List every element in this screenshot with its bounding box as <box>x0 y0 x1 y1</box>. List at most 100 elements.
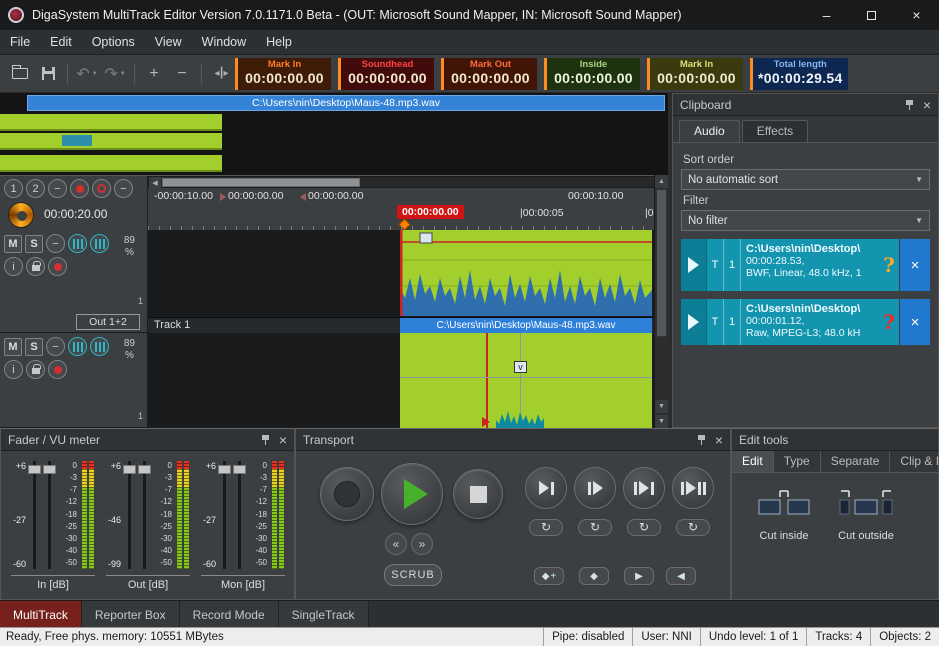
pin-icon[interactable] <box>697 434 706 445</box>
record-indicator-button[interactable] <box>70 179 89 198</box>
tab-effects[interactable]: Effects <box>742 120 808 142</box>
fader-slider[interactable] <box>43 461 56 569</box>
menu-help[interactable]: Help <box>256 31 302 53</box>
overview-file-bar[interactable]: C:\Users\nin\Desktop\Maus-48.mp3.wav <box>27 95 665 111</box>
skip-back-button[interactable]: « <box>385 533 407 555</box>
scroll-left-arrow[interactable]: ◀ <box>149 177 161 188</box>
mute-button[interactable]: M <box>4 338 22 356</box>
tab-clip-in[interactable]: Clip & In <box>890 451 938 472</box>
menu-file[interactable]: File <box>0 31 40 53</box>
fader-thumb[interactable] <box>138 465 151 474</box>
clipboard-item[interactable]: T 1 C:\Users\nin\Desktop\ 00:00:01.12, R… <box>681 299 930 345</box>
fader-thumb[interactable] <box>28 465 41 474</box>
play-clip-button[interactable] <box>681 299 707 345</box>
audio-clip[interactable]: v <box>400 333 652 428</box>
close-panel-icon[interactable]: × <box>279 433 287 447</box>
play-button[interactable] <box>381 463 443 525</box>
menu-window[interactable]: Window <box>192 31 256 53</box>
play-clip-button[interactable] <box>672 467 714 509</box>
scrub-button[interactable]: SCRUB <box>384 564 442 586</box>
timeline-ruler[interactable]: -00:00:10.00 00:00:00.00 00:00:00.00 00:… <box>148 190 668 204</box>
meter-mode-button[interactable] <box>68 337 87 356</box>
record-arm-button[interactable] <box>48 360 67 379</box>
clip-marker[interactable]: v <box>514 361 527 373</box>
sort-order-select[interactable]: No automatic sort ▼ <box>681 169 930 190</box>
record-button[interactable] <box>320 467 374 521</box>
scroll-down-arrow[interactable]: ▼ <box>655 400 668 413</box>
open-button[interactable] <box>6 61 34 87</box>
loop-button[interactable]: ↻ <box>676 519 710 536</box>
next-marker-button[interactable]: ▶ <box>624 567 654 585</box>
snap-button[interactable]: ◂┃▸ <box>207 61 235 87</box>
pin-icon[interactable] <box>905 99 914 110</box>
close-panel-icon[interactable]: × <box>923 98 931 112</box>
stop-button[interactable] <box>453 469 503 519</box>
group-2-button[interactable]: 2 <box>26 179 45 198</box>
tab-type[interactable]: Type <box>774 451 821 472</box>
tab-multitrack[interactable]: MultiTrack <box>0 601 82 628</box>
undo-button[interactable]: ↶▼ <box>73 61 101 87</box>
cut-outside-button[interactable]: Cut outside <box>828 487 904 573</box>
fader-slider[interactable] <box>28 461 41 569</box>
meter-mode-2-button[interactable] <box>90 234 109 253</box>
meter-mode-button[interactable] <box>68 234 87 253</box>
meter-mode-2-button[interactable] <box>90 337 109 356</box>
vertical-scrollbar[interactable]: ▲ ▼ ▼ <box>654 175 668 428</box>
zoom-in-button[interactable]: + <box>140 61 168 87</box>
tab-separate[interactable]: Separate <box>821 451 891 472</box>
add-marker-button[interactable]: ◆+ <box>534 567 564 585</box>
overview-track-row[interactable] <box>0 155 222 172</box>
punch-indicator-button[interactable] <box>92 179 111 198</box>
skip-forward-button[interactable]: » <box>411 533 433 555</box>
track-2-lane[interactable]: v <box>148 333 654 428</box>
close-panel-icon[interactable]: × <box>715 433 723 447</box>
menu-options[interactable]: Options <box>82 31 145 53</box>
pin-icon[interactable] <box>261 434 270 445</box>
play-from-cursor-button[interactable] <box>574 467 616 509</box>
scroll-up-arrow[interactable]: ▲ <box>655 175 668 188</box>
fader-slider[interactable] <box>233 461 246 569</box>
remove-clip-button[interactable]: × <box>900 239 930 291</box>
remove-group-button[interactable]: − <box>114 179 133 198</box>
zoom-out-button[interactable]: − <box>168 61 196 87</box>
clipboard-item[interactable]: T 1 C:\Users\nin\Desktop\ 00:00:28.53, B… <box>681 239 930 291</box>
record-arm-button[interactable] <box>48 257 67 276</box>
overview-track-row[interactable] <box>0 133 222 150</box>
scroll-down-arrow[interactable]: ▼ <box>655 415 668 428</box>
play-to-cursor-button[interactable] <box>525 467 567 509</box>
track-name[interactable]: Track 1 <box>154 319 190 331</box>
tab-reporter-box[interactable]: Reporter Box <box>82 601 180 628</box>
tab-audio[interactable]: Audio <box>679 120 740 142</box>
solo-button[interactable]: S <box>25 235 43 253</box>
timeline-scrollbar[interactable]: ◀ ▶ <box>148 176 668 188</box>
maximize-button[interactable] <box>849 0 894 30</box>
cut-inside-button[interactable]: Cut inside <box>746 487 822 573</box>
fader-slider[interactable] <box>123 461 136 569</box>
prev-marker-button[interactable]: ◀ <box>666 567 696 585</box>
group-1-button[interactable]: 1 <box>4 179 23 198</box>
minimize-track-button[interactable]: − <box>46 234 65 253</box>
track-1-lane[interactable]: Track 1 C:\Users\nin\Desktop\Maus-48.mp3… <box>148 230 654 333</box>
close-button[interactable]: × <box>894 0 939 30</box>
play-clip-button[interactable] <box>681 239 707 291</box>
collapse-tracks-button[interactable]: − <box>48 179 67 198</box>
info-button[interactable]: i <box>4 360 23 379</box>
solo-button[interactable]: S <box>25 338 43 356</box>
fader-slider[interactable] <box>218 461 231 569</box>
jog-wheel-icon[interactable] <box>8 202 34 228</box>
save-button[interactable] <box>34 61 62 87</box>
audio-clip[interactable] <box>400 230 652 316</box>
tab-singletrack[interactable]: SingleTrack <box>279 601 369 628</box>
menu-edit[interactable]: Edit <box>40 31 82 53</box>
scroll-thumb[interactable] <box>656 189 667 337</box>
filter-select[interactable]: No filter ▼ <box>681 210 930 231</box>
loop-button[interactable]: ↻ <box>578 519 612 536</box>
overview-track-row[interactable] <box>0 114 222 131</box>
menu-view[interactable]: View <box>145 31 192 53</box>
lock-button[interactable] <box>26 360 45 379</box>
tab-edit[interactable]: Edit <box>732 451 774 472</box>
marker-button[interactable]: ◆ <box>579 567 609 585</box>
minimize-track-button[interactable]: − <box>46 337 65 356</box>
fader-thumb[interactable] <box>123 465 136 474</box>
scroll-thumb[interactable] <box>162 178 360 187</box>
